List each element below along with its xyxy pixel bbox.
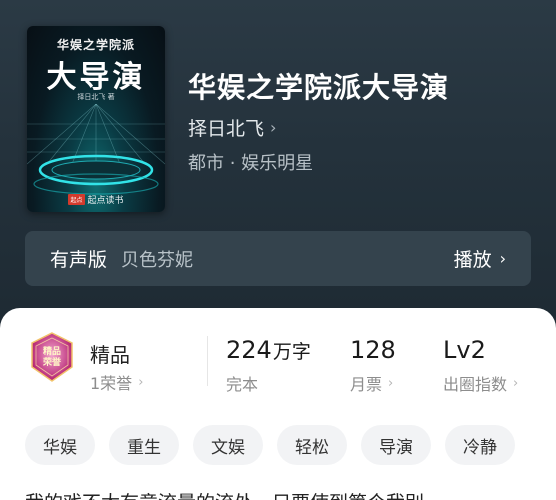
honor-count: 1荣誉 — [90, 374, 133, 393]
cover-publisher: 起点 起点读书 — [27, 193, 165, 206]
medal-text-top: 精品 — [43, 345, 61, 357]
honor-link[interactable]: 1荣誉 › — [90, 370, 143, 394]
tag-item[interactable]: 重生 — [109, 425, 179, 465]
author-name: 择日北飞 — [188, 118, 265, 140]
chevron-right-icon: › — [388, 375, 394, 391]
book-intro-text: 我的戏不太有意流量的流处，只要使到第个我别 — [25, 488, 424, 500]
audio-version-bar[interactable]: 有声版 贝色芬妮 播放 › — [25, 231, 531, 286]
book-title: 华娱之学院派大导演 — [188, 71, 450, 104]
chevron-right-icon: › — [499, 249, 506, 268]
medal-text-bottom: 荣誉 — [42, 356, 62, 368]
genre-tags[interactable]: 都市 · 娱乐明星 — [188, 149, 313, 175]
cover-subtitle: 华娱之学院派 — [56, 38, 135, 52]
word-count-value: 224 — [226, 336, 272, 364]
monthly-tickets-link[interactable]: 月票 › — [350, 371, 393, 395]
audio-label: 有声版 — [50, 249, 108, 271]
chevron-right-icon: › — [513, 375, 519, 391]
level-value: Lv2 — [443, 336, 486, 364]
chevron-right-icon: › — [270, 118, 277, 137]
word-count: 224万字 — [226, 336, 311, 364]
tag-item[interactable]: 导演 — [361, 425, 431, 465]
tag-item[interactable]: 文娱 — [193, 425, 263, 465]
book-cover[interactable]: 华娱之学院派 大导演 择日北飞 著 起点 起点读书 — [27, 26, 165, 212]
tag-item[interactable]: 轻松 — [277, 425, 347, 465]
completion-label: 完本 — [226, 375, 259, 394]
tag-item[interactable]: 华娱 — [25, 425, 95, 465]
author-link[interactable]: 择日北飞 › — [188, 114, 276, 141]
publisher-badge: 起点 — [68, 194, 85, 205]
cover-stage-art — [27, 104, 165, 195]
play-label: 播放 — [453, 249, 492, 271]
chevron-right-icon: › — [138, 374, 144, 390]
quality-label: 精品 — [90, 343, 130, 367]
publisher-name: 起点读书 — [87, 196, 124, 206]
monthly-tickets-label: 月票 — [350, 375, 383, 394]
tag-list: 华娱 重生 文娱 轻松 导演 冷静 — [25, 425, 515, 465]
cover-author: 择日北飞 著 — [77, 93, 115, 101]
tag-item[interactable]: 冷静 — [445, 425, 515, 465]
audio-narrator: 贝色芬妮 — [121, 249, 194, 271]
completion-status: 完本 — [226, 371, 258, 395]
stats-divider — [207, 336, 208, 386]
level-label: 出圈指数 — [443, 375, 508, 394]
level-link[interactable]: 出圈指数 › — [443, 371, 518, 395]
cover-title: 大导演 — [46, 60, 146, 95]
quality-medal-icon: 精品 荣誉 — [31, 332, 73, 382]
word-count-unit: 万字 — [272, 341, 311, 363]
monthly-tickets-value: 128 — [350, 336, 396, 364]
book-stats-panel: 精品 荣誉 精品 1荣誉 › 224万字 完本 128 月票 › Lv2 出圈指… — [0, 308, 556, 500]
play-button[interactable]: 播放 › — [454, 245, 506, 272]
